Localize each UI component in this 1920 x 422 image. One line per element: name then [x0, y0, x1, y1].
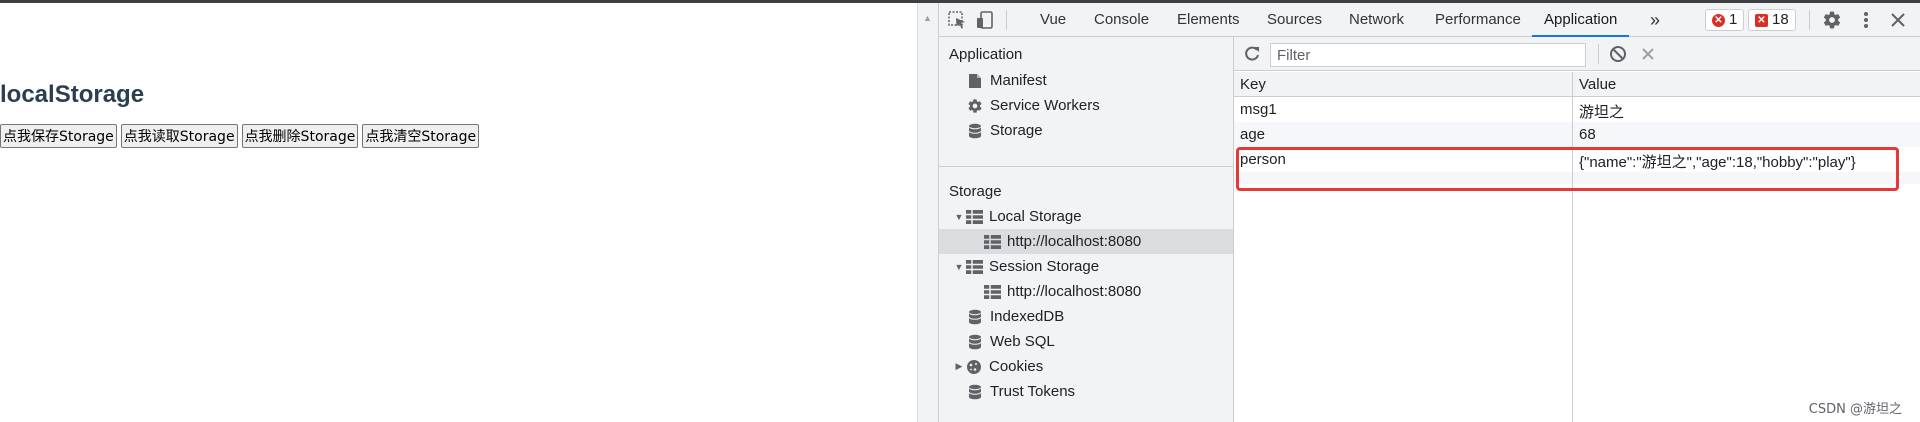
sidebar-item-label: Service Workers [990, 97, 1100, 114]
devtools-panel: Vue Console Elements Sources Network Per… [938, 3, 1920, 422]
sidebar-item-trust-tokens[interactable]: Trust Tokens [939, 379, 1233, 404]
error-badge[interactable]: ✕ 1 [1705, 9, 1745, 31]
expand-right-icon[interactable]: ▶ [953, 361, 965, 372]
row-value: {"name":"游坦之","age":18,"hobby":"play"} [1579, 154, 1856, 171]
cookie-icon [965, 359, 983, 375]
splitter-up-icon: ▲ [923, 13, 932, 23]
storage-panel: Key Value msg1 游坦之 age 68 person {"name"… [1234, 37, 1920, 422]
row-key: person [1240, 151, 1286, 168]
expand-down-icon[interactable]: ▼ [953, 262, 965, 272]
cog-icon [966, 98, 984, 114]
tab-application[interactable]: Application [1532, 3, 1630, 37]
expand-down-icon[interactable]: ▼ [953, 212, 965, 222]
more-tabs-icon[interactable]: » [1648, 3, 1662, 37]
clear-storage-button[interactable]: 点我清空Storage [362, 124, 480, 148]
database-icon [966, 334, 984, 350]
delete-selected-icon[interactable] [1638, 44, 1660, 64]
table-grid-icon [965, 259, 983, 275]
tab-elements[interactable]: Elements [1175, 3, 1242, 37]
table-grid-icon [965, 209, 983, 225]
empty-table-row [1234, 172, 1920, 184]
toolbar-separator [1809, 10, 1810, 30]
sidebar-divider [939, 166, 1234, 167]
table-row[interactable]: age 68 [1234, 122, 1920, 147]
sidebar-item-label: Session Storage [989, 258, 1100, 275]
column-divider[interactable] [1572, 72, 1573, 422]
application-sidebar: Application Manifest Service Workers Sto… [939, 37, 1234, 422]
storage-section-title: Storage [949, 183, 1002, 200]
issues-badge[interactable]: ✕ 18 [1748, 9, 1796, 31]
sidebar-item-session-storage[interactable]: ▼ Session Storage [939, 254, 1233, 279]
storage-table: Key Value msg1 游坦之 age 68 person {"name"… [1234, 72, 1920, 422]
sidebar-item-label: Web SQL [990, 333, 1055, 350]
inspect-icon[interactable] [947, 10, 969, 30]
filter-input[interactable] [1270, 43, 1586, 67]
sidebar-item-storage-overview[interactable]: Storage [939, 118, 1233, 143]
error-count: 1 [1729, 11, 1738, 28]
sidebar-item-local-storage[interactable]: ▼ Local Storage [939, 204, 1233, 229]
row-value: 游坦之 [1579, 104, 1625, 121]
toolbar-separator [1006, 10, 1007, 30]
kebab-menu-icon[interactable] [1855, 10, 1877, 30]
table-header: Key Value [1234, 72, 1920, 97]
button-row: 点我保存Storage 点我读取Storage 点我删除Storage 点我清空… [0, 124, 480, 148]
sidebar-item-label: Storage [990, 122, 1043, 139]
watermark: CSDN @游坦之 [1808, 402, 1902, 417]
database-icon [966, 309, 984, 325]
devtools-splitter[interactable]: ▲ [917, 3, 938, 422]
save-storage-button[interactable]: 点我保存Storage [0, 124, 117, 148]
database-icon [966, 384, 984, 400]
sidebar-item-cookies[interactable]: ▶ Cookies [939, 354, 1233, 379]
read-storage-button[interactable]: 点我读取Storage [120, 124, 238, 148]
web-page: localStorage 点我保存Storage 点我读取Storage 点我删… [0, 3, 917, 422]
database-icon [966, 123, 984, 139]
tab-vue[interactable]: Vue [1038, 3, 1068, 37]
table-grid-icon [983, 234, 1001, 250]
tab-sources[interactable]: Sources [1265, 3, 1324, 37]
sidebar-item-local-origin[interactable]: http://localhost:8080 [939, 229, 1233, 254]
tab-network[interactable]: Network [1347, 3, 1406, 37]
page-heading: localStorage [0, 81, 145, 108]
tab-console[interactable]: Console [1092, 3, 1151, 37]
sidebar-item-label: Trust Tokens [990, 383, 1076, 400]
sidebar-item-label: Cookies [989, 358, 1044, 375]
toolbar-separator [1598, 44, 1599, 64]
table-grid-icon [983, 284, 1001, 300]
error-icon: ✕ [1712, 13, 1725, 27]
file-icon [966, 73, 984, 89]
storage-toolbar [1234, 37, 1920, 71]
gear-icon[interactable] [1821, 10, 1843, 30]
delete-storage-button[interactable]: 点我删除Storage [241, 124, 359, 148]
sidebar-item-indexeddb[interactable]: IndexedDB [939, 304, 1233, 329]
sidebar-item-manifest[interactable]: Manifest [939, 68, 1233, 93]
device-toggle-icon[interactable] [975, 10, 997, 30]
sidebar-item-label: http://localhost:8080 [1007, 233, 1142, 250]
devtools-tabbar: Vue Console Elements Sources Network Per… [939, 3, 1920, 37]
refresh-icon[interactable] [1242, 44, 1264, 64]
sidebar-item-web-sql[interactable]: Web SQL [939, 329, 1233, 354]
sidebar-item-label: http://localhost:8080 [1007, 283, 1142, 300]
sidebar-item-service-workers[interactable]: Service Workers [939, 93, 1233, 118]
row-key: age [1240, 126, 1266, 143]
table-row[interactable]: msg1 游坦之 [1234, 97, 1920, 122]
sidebar-item-label: Local Storage [989, 208, 1082, 225]
issue-count: 18 [1772, 11, 1789, 28]
value-column-header[interactable]: Value [1579, 76, 1616, 93]
table-row[interactable]: person {"name":"游坦之","age":18,"hobby":"p… [1234, 147, 1920, 172]
sidebar-item-label: IndexedDB [990, 308, 1065, 325]
key-column-header[interactable]: Key [1240, 76, 1266, 93]
application-section-title: Application [949, 46, 1023, 63]
sidebar-item-session-origin[interactable]: http://localhost:8080 [939, 279, 1233, 304]
row-key: msg1 [1240, 101, 1277, 118]
close-icon[interactable] [1887, 10, 1909, 30]
sidebar-item-label: Manifest [990, 72, 1047, 89]
row-value: 68 [1579, 126, 1596, 143]
issue-icon: ✕ [1755, 13, 1768, 27]
tab-performance[interactable]: Performance [1433, 3, 1523, 37]
clear-all-icon[interactable] [1608, 44, 1630, 64]
